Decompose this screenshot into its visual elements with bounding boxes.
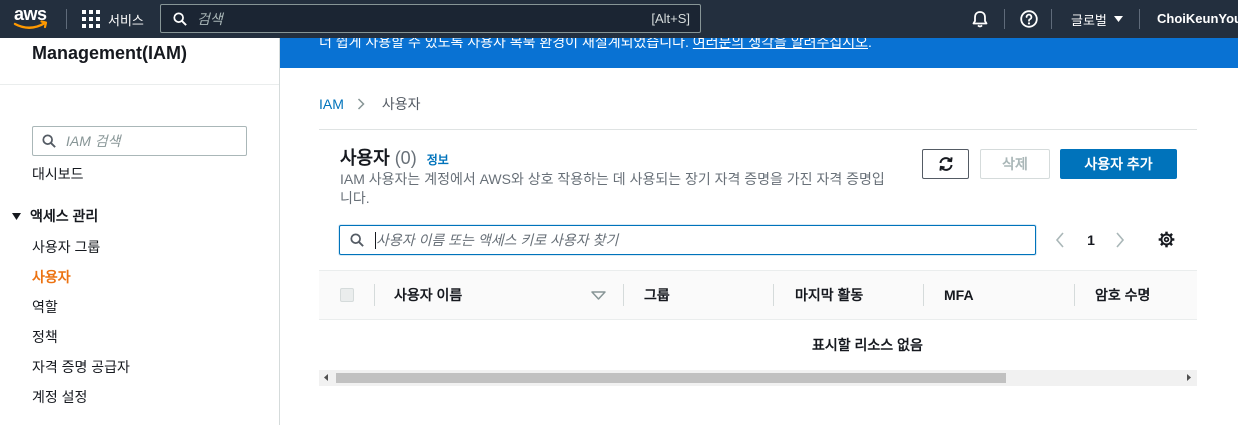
sidebar-section-access-management[interactable]: 액세스 관리 <box>12 201 98 231</box>
account-menu[interactable]: ChoiKeunYoung <box>1157 0 1238 38</box>
pagination-next-button[interactable] <box>1115 232 1125 248</box>
search-icon <box>42 134 56 148</box>
column-header-mfa[interactable]: MFA <box>944 285 974 305</box>
column-divider <box>1074 284 1075 306</box>
chevron-right-icon <box>1115 232 1125 248</box>
breadcrumb-current: 사용자 <box>381 96 421 112</box>
users-panel-header: 사용자 (0) 정보 <box>340 146 449 170</box>
column-divider <box>773 284 774 306</box>
global-search-box[interactable]: [Alt+S] <box>160 4 701 33</box>
grid-icon <box>82 10 100 28</box>
top-navigation-bar: aws 서비스 [Alt+S] 글로 <box>0 0 1238 38</box>
help-icon <box>1020 10 1038 28</box>
breadcrumb: IAM 사용자 <box>319 94 421 114</box>
sidebar-item-account-settings[interactable]: 계정 설정 <box>32 382 262 412</box>
column-header-user-name[interactable]: 사용자 이름 <box>394 285 462 305</box>
column-header-last-activity[interactable]: 마지막 활동 <box>795 285 863 305</box>
redesign-notice-banner: 너 쉽게 사용할 수 있도록 사용자 복북 환경이 새설계되었습니다. 여러분의… <box>280 38 1238 68</box>
panel-top-border <box>319 129 1197 130</box>
sidebar-item-users[interactable]: 사용자 <box>32 262 262 292</box>
users-panel-description: IAM 사용자는 계정에서 AWS와 상호 작용하는 데 사용되는 장기 자격 … <box>340 171 885 206</box>
column-divider <box>923 284 924 306</box>
scroll-left-arrow-icon[interactable] <box>324 374 328 381</box>
services-menu-button[interactable]: 서비스 <box>82 0 144 38</box>
table-preferences-button[interactable] <box>1158 231 1175 248</box>
column-header-groups[interactable]: 그룹 <box>644 285 670 305</box>
column-header-password-age[interactable]: 암호 수명 <box>1095 285 1150 305</box>
banner-suffix: . <box>868 38 872 50</box>
scroll-right-arrow-icon[interactable] <box>1187 374 1191 381</box>
select-all-checkbox[interactable] <box>340 288 354 302</box>
chevron-right-icon <box>357 98 365 110</box>
nav-divider <box>1139 9 1140 29</box>
banner-text: 너 쉽게 사용할 수 있도록 사용자 복북 환경이 새설계되었습니다. <box>319 38 693 50</box>
region-label: 글로벌 <box>1071 12 1107 28</box>
user-search-box[interactable] <box>339 225 1036 255</box>
sidebar-item-roles[interactable]: 역할 <box>32 292 262 322</box>
pagination-current-page[interactable]: 1 <box>1084 230 1098 250</box>
user-search-input[interactable] <box>376 226 1016 254</box>
search-icon <box>173 12 187 26</box>
empty-table-message: 표시할 리소스 없음 <box>812 337 923 353</box>
caret-down-icon <box>12 212 21 220</box>
region-selector[interactable]: 글로벌 <box>1071 0 1123 38</box>
scrollbar-thumb[interactable] <box>336 373 1006 383</box>
search-icon <box>350 233 364 247</box>
add-user-button[interactable]: 사용자 추가 <box>1060 149 1177 179</box>
feedback-link[interactable]: 여러분의 생각을 알려주십시오 <box>693 38 868 50</box>
bell-icon <box>972 10 988 28</box>
refresh-icon <box>938 156 954 172</box>
nav-divider <box>1004 9 1005 29</box>
sidebar-search-box[interactable] <box>32 126 247 156</box>
refresh-button[interactable] <box>922 149 969 179</box>
users-table-header: 사용자 이름 그룹 마지막 활동 MFA 암호 수명 <box>319 270 1197 320</box>
aws-logo[interactable]: aws <box>12 4 52 34</box>
settings-icon <box>1158 231 1175 248</box>
global-search-input[interactable] <box>197 5 637 32</box>
page-title: 사용자 <box>340 148 390 168</box>
nav-divider <box>66 9 67 29</box>
sidebar-divider <box>0 84 279 85</box>
column-divider <box>623 284 624 306</box>
sidebar-section-label: 액세스 관리 <box>30 208 99 224</box>
notifications-button[interactable] <box>972 10 988 28</box>
chevron-left-icon <box>1055 232 1065 248</box>
user-count: (0) <box>394 148 417 168</box>
horizontal-scrollbar[interactable] <box>319 370 1197 386</box>
sidebar-nav-list: 사용자 그룹 사용자 역할 정책 자격 증명 공급자 계정 설정 <box>32 232 262 412</box>
sidebar-search-input[interactable] <box>66 127 236 155</box>
help-button[interactable] <box>1020 10 1038 28</box>
caret-down-icon <box>1113 16 1123 22</box>
sort-descending-icon[interactable] <box>591 291 606 300</box>
pagination-prev-button[interactable] <box>1055 232 1065 248</box>
search-shortcut-hint: [Alt+S] <box>651 11 690 26</box>
column-divider <box>374 284 375 306</box>
sidebar-item-policies[interactable]: 정책 <box>32 322 262 352</box>
breadcrumb-iam-link[interactable]: IAM <box>319 94 344 114</box>
sidebar-item-user-groups[interactable]: 사용자 그룹 <box>32 232 262 262</box>
banner-message: 너 쉽게 사용할 수 있도록 사용자 복북 환경이 새설계되었습니다. 여러분의… <box>319 38 872 52</box>
service-title: Management(IAM) <box>32 43 188 63</box>
delete-button[interactable]: 삭제 <box>980 149 1050 179</box>
services-label: 서비스 <box>108 12 144 28</box>
sidebar: Management(IAM) 대시보드 액세스 관리 사용자 그룹 사용자 역… <box>0 38 280 425</box>
info-link[interactable]: 정보 <box>427 151 449 168</box>
sidebar-item-dashboard[interactable]: 대시보드 <box>32 159 84 189</box>
sidebar-item-identity-providers[interactable]: 자격 증명 공급자 <box>32 352 262 382</box>
nav-divider <box>1051 9 1052 29</box>
